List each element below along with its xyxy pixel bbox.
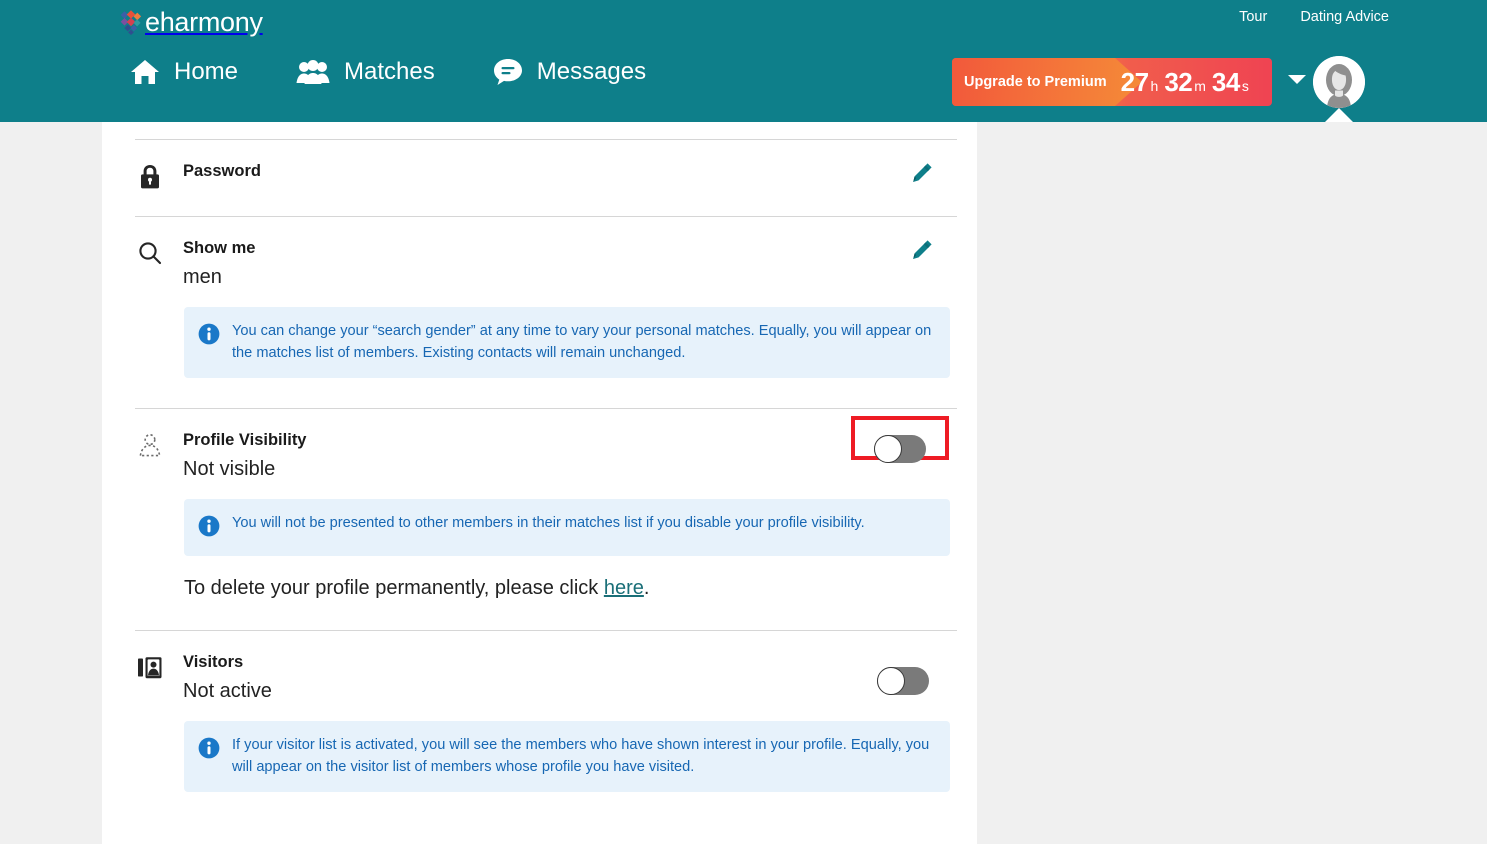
profile-visibility-toggle[interactable] bbox=[874, 435, 926, 463]
delete-profile-text-before: To delete your profile permanently, plea… bbox=[184, 577, 604, 599]
nav-label-matches: Matches bbox=[344, 60, 435, 84]
site-header: eharmony Tour Dating Advice Home bbox=[0, 0, 1487, 122]
upgrade-to-premium-banner[interactable]: Upgrade to Premium 27 h 32 m 34 s bbox=[952, 58, 1272, 106]
chevron-down-icon[interactable] bbox=[1288, 75, 1306, 84]
profile-visibility-info-box: You will not be presented to other membe… bbox=[184, 499, 950, 556]
nav-item-messages[interactable]: Messages bbox=[493, 58, 646, 86]
profile-visibility-info-text: You will not be presented to other membe… bbox=[232, 513, 865, 535]
visitors-toggle[interactable] bbox=[877, 667, 929, 695]
upgrade-label: Upgrade to Premium bbox=[964, 74, 1107, 90]
info-icon bbox=[198, 321, 220, 350]
top-link-dating-advice[interactable]: Dating Advice bbox=[1300, 9, 1389, 25]
show-me-info-text: You can change your “search gender” at a… bbox=[232, 321, 934, 364]
people-icon bbox=[296, 59, 330, 85]
setting-row-profile-visibility[interactable]: Profile Visibility Not visible bbox=[135, 409, 957, 630]
delete-profile-text-after: . bbox=[644, 577, 650, 599]
password-title: Password bbox=[183, 162, 261, 181]
setting-row-show-me[interactable]: Show me men bbox=[135, 217, 957, 408]
brand-logo[interactable]: eharmony bbox=[118, 6, 263, 38]
delete-profile-link[interactable]: here bbox=[604, 577, 644, 599]
timer-hours-unit: h bbox=[1151, 78, 1159, 94]
hidden-person-icon bbox=[135, 431, 165, 459]
avatar[interactable] bbox=[1313, 56, 1365, 108]
timer-minutes: 32 bbox=[1164, 67, 1192, 98]
visitors-info-box: If your visitor list is activated, you w… bbox=[184, 721, 950, 792]
main-navigation: Home Matches bbox=[130, 58, 646, 86]
avatar-dropdown-pointer bbox=[1325, 108, 1353, 122]
brand-name: eharmony bbox=[145, 9, 263, 36]
toggle-knob bbox=[874, 435, 902, 463]
show-me-title: Show me bbox=[183, 239, 255, 258]
delete-profile-line: To delete your profile permanently, plea… bbox=[184, 576, 957, 600]
timer-seconds-unit: s bbox=[1242, 78, 1249, 94]
info-icon bbox=[198, 735, 220, 764]
nav-item-home[interactable]: Home bbox=[130, 58, 238, 86]
nav-item-matches[interactable]: Matches bbox=[296, 59, 435, 85]
timer-minutes-unit: m bbox=[1194, 78, 1206, 94]
profile-visibility-highlight-box bbox=[851, 416, 949, 460]
nav-label-messages: Messages bbox=[537, 60, 646, 84]
page-body: Password bbox=[0, 122, 1487, 844]
show-me-value: men bbox=[183, 266, 255, 289]
show-me-edit-pencil-icon[interactable] bbox=[911, 239, 933, 266]
door-visitor-icon bbox=[135, 653, 165, 681]
visitors-info-text: If your visitor list is activated, you w… bbox=[232, 735, 934, 778]
user-avatar-icon bbox=[1313, 56, 1365, 108]
visitors-title: Visitors bbox=[183, 653, 272, 672]
home-icon bbox=[130, 58, 160, 86]
setting-row-password[interactable]: Password bbox=[135, 140, 957, 216]
info-icon bbox=[198, 513, 220, 542]
visitors-value: Not active bbox=[183, 680, 272, 703]
setting-row-visitors[interactable]: Visitors Not active If yo bbox=[135, 631, 957, 822]
chat-bubble-icon bbox=[493, 58, 523, 86]
search-icon bbox=[135, 239, 165, 265]
settings-panel: Password bbox=[102, 122, 977, 844]
timer-hours: 27 bbox=[1121, 67, 1149, 98]
profile-visibility-value: Not visible bbox=[183, 458, 306, 481]
countdown-timer: 27 h 32 m 34 s bbox=[1121, 67, 1255, 98]
top-utility-links: Tour Dating Advice bbox=[1239, 9, 1389, 25]
nav-label-home: Home bbox=[174, 60, 238, 84]
password-edit-pencil-icon[interactable] bbox=[911, 162, 933, 189]
profile-visibility-title: Profile Visibility bbox=[183, 431, 306, 450]
toggle-knob bbox=[877, 667, 905, 695]
eharmony-heart-logo-icon bbox=[118, 9, 144, 35]
lock-icon bbox=[135, 162, 165, 190]
show-me-info-box: You can change your “search gender” at a… bbox=[184, 307, 950, 378]
top-link-tour[interactable]: Tour bbox=[1239, 9, 1267, 25]
timer-seconds: 34 bbox=[1212, 67, 1240, 98]
